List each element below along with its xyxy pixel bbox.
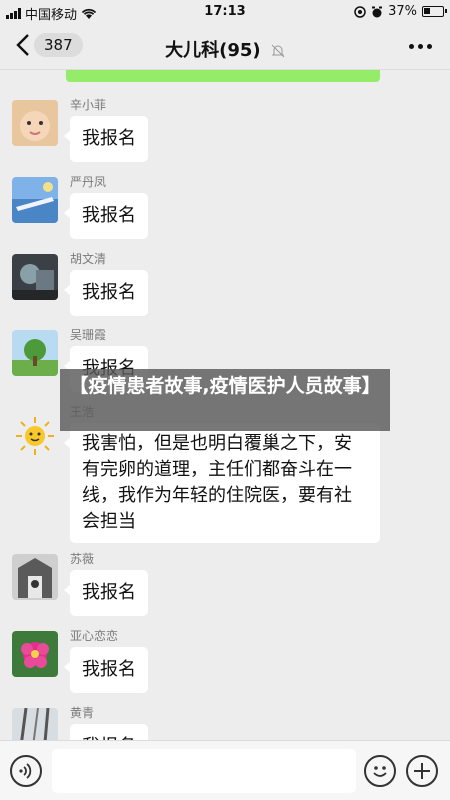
more-icon-dot — [427, 44, 432, 49]
more-button[interactable] — [409, 44, 432, 49]
emoji-icon — [373, 766, 387, 777]
sender-name: 辛小菲 — [70, 98, 107, 112]
more-icon — [409, 44, 414, 49]
baby-avatar[interactable] — [12, 100, 58, 146]
flower-avatar[interactable] — [12, 631, 58, 677]
blue-scene-avatar[interactable] — [12, 177, 58, 223]
voice-icon — [19, 763, 32, 779]
message-bubble[interactable]: 我害怕，但是也明白覆巢之下，安有完卵的道理，主任们都奋斗在一线，我作为年轻的住院… — [64, 423, 380, 543]
emoji-button[interactable] — [364, 755, 396, 787]
more-icon-dot — [418, 44, 423, 49]
battery-label: 37% — [388, 4, 417, 19]
message-bubble[interactable]: 我报名 — [64, 270, 148, 316]
message-bubble[interactable]: 我报名 — [64, 570, 148, 616]
sender-name: 胡文清 — [70, 252, 107, 266]
alarm-icon — [372, 6, 383, 17]
plus-button[interactable] — [406, 755, 438, 787]
chat-title: 大儿科(95) — [0, 36, 450, 62]
sender-name: 严丹凤 — [70, 175, 107, 189]
message-bubble[interactable]: 我报名 — [64, 724, 148, 740]
mute-icon — [271, 44, 285, 58]
sun-avatar[interactable] — [12, 413, 58, 459]
message-bubble[interactable]: 我报名 — [64, 193, 148, 239]
voice-button[interactable] — [10, 755, 42, 787]
tree-avatar[interactable] — [12, 330, 58, 376]
dark-scene-avatar[interactable] — [12, 254, 58, 300]
gate-avatar[interactable] — [12, 554, 58, 600]
sender-name: 苏薇 — [70, 552, 95, 566]
sender-name: 黄青 — [70, 706, 95, 720]
sender-name: 吴珊霞 — [70, 328, 107, 342]
status-bar: 中国移动 17:13 37% — [0, 0, 450, 24]
message-bubble[interactable]: 我报名 — [64, 116, 148, 162]
caption-overlay: 【疫情患者故事,疫情医护人员故事】 — [60, 369, 390, 431]
message-bubble[interactable]: 我报名 — [64, 647, 148, 693]
chat-title-text: 大儿科(95) — [165, 40, 261, 61]
nav-bar: 387 大儿科(95) — [0, 24, 450, 70]
sender-name: 亚心恋恋 — [70, 629, 119, 643]
location-icon — [354, 5, 366, 18]
plus-icon — [414, 763, 430, 779]
message-input[interactable] — [52, 749, 356, 793]
input-bar — [0, 740, 450, 800]
battery-icon — [422, 6, 447, 17]
branch-avatar[interactable] — [12, 708, 58, 740]
self-message-bubble-partial[interactable] — [66, 70, 380, 82]
